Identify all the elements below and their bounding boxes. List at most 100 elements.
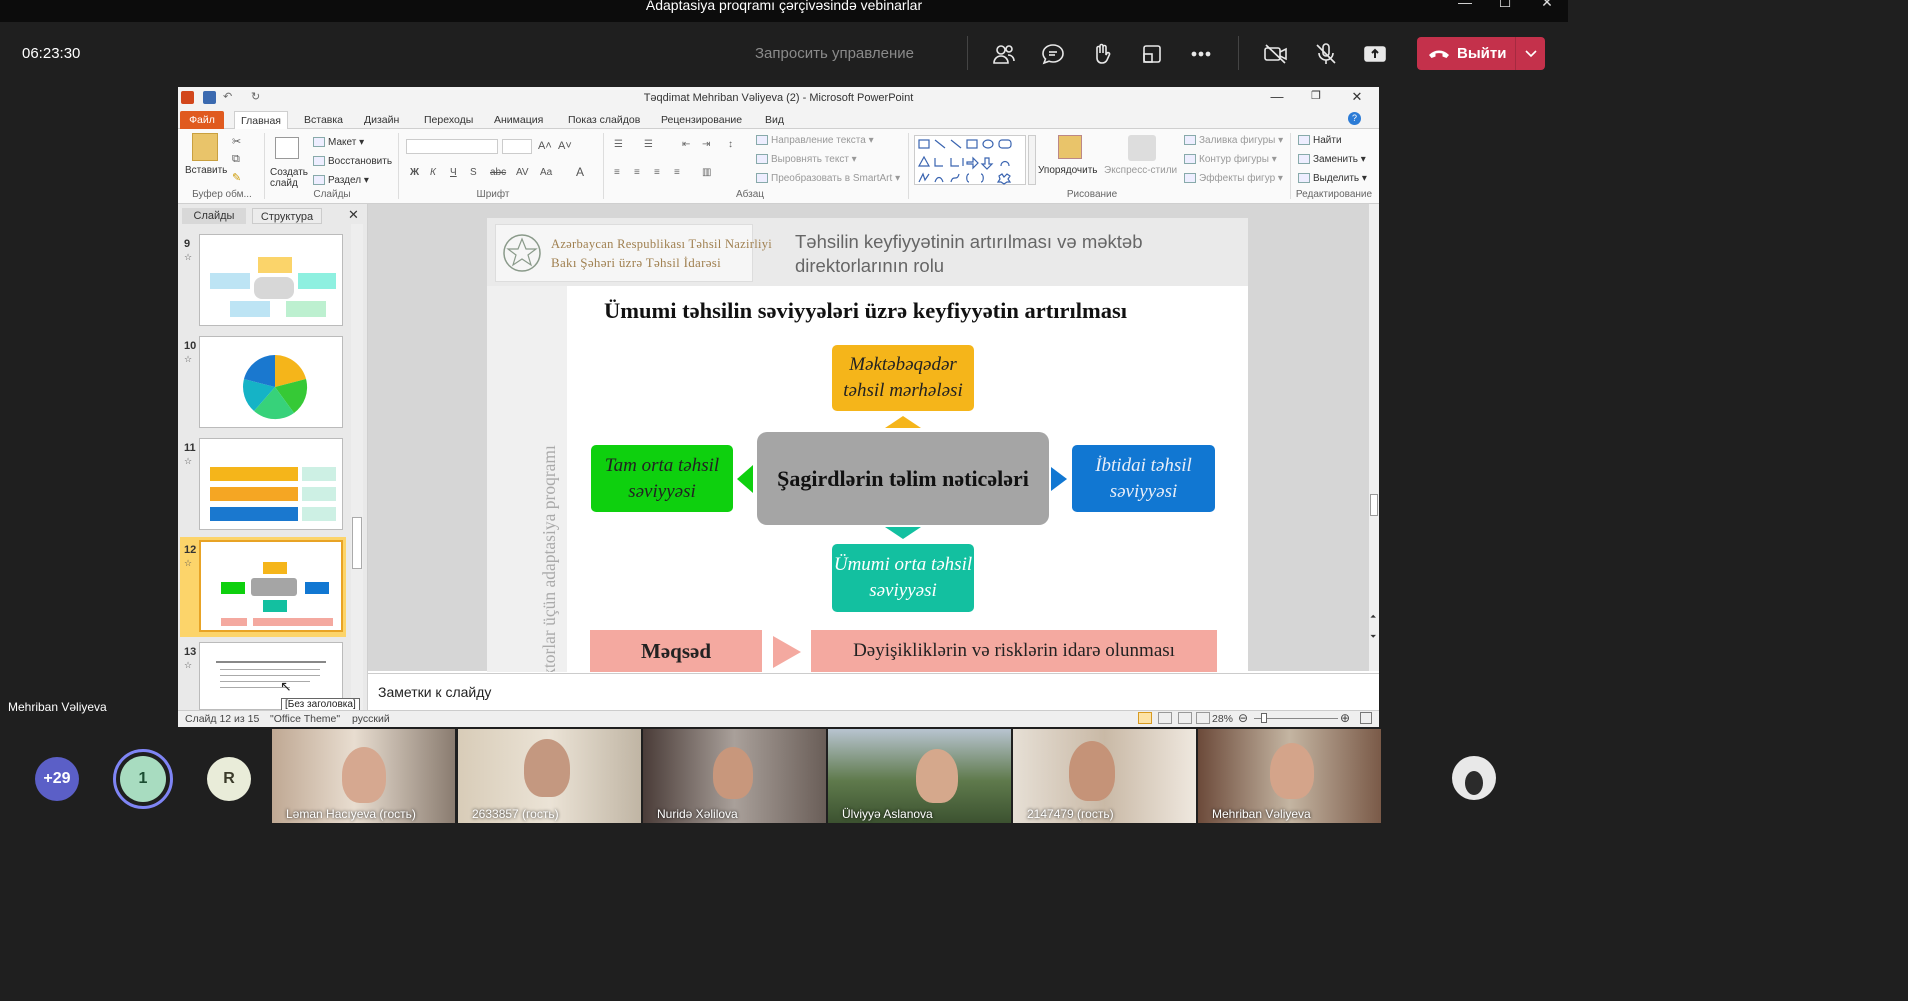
quick-styles-icon[interactable] [1128, 135, 1156, 161]
breakout-rooms-icon[interactable] [1136, 38, 1168, 70]
participant-tile[interactable]: Mehriban Vəliyeva [1198, 729, 1381, 823]
share-screen-icon[interactable] [1359, 38, 1391, 70]
close-icon[interactable]: ✕ [1532, 0, 1562, 11]
fit-window-icon[interactable] [1360, 712, 1372, 724]
zoom-slider-thumb[interactable] [1261, 713, 1267, 723]
undo-icon[interactable]: ↶ [223, 91, 236, 104]
slide-thumbnail[interactable] [199, 438, 343, 530]
panel-close-icon[interactable]: ✕ [348, 207, 359, 223]
shape-outline-button[interactable]: Контур фигуры ▾ [1184, 154, 1277, 165]
participant-tile[interactable]: Ülviyyə Aslanova [828, 729, 1011, 823]
status-language[interactable]: русский [352, 713, 390, 725]
shapes-scroll[interactable] [1028, 135, 1036, 185]
arrange-icon[interactable] [1058, 135, 1082, 159]
tab-insert[interactable]: Вставка [298, 111, 349, 129]
tab-view[interactable]: Вид [759, 111, 790, 129]
panel-scroll-thumb[interactable] [352, 517, 362, 569]
save-icon[interactable] [203, 91, 216, 104]
smartart-button[interactable]: Преобразовать в SmartArt ▾ [756, 173, 900, 184]
slide-editor[interactable]: Azərbaycan Respublikası Təhsil Nazirliyi… [368, 204, 1369, 672]
tab-file[interactable]: Файл [180, 111, 224, 129]
avatar-r[interactable]: R [207, 757, 251, 801]
ppt-minimize-icon[interactable]: — [1267, 89, 1287, 104]
shapes-gallery[interactable] [914, 135, 1026, 185]
leave-button[interactable]: Выйти [1417, 37, 1545, 70]
more-actions-icon[interactable] [1185, 38, 1217, 70]
line-spacing-icon[interactable]: ↕ [728, 139, 733, 150]
slide-thumbnail-selected[interactable] [199, 540, 343, 632]
participant-tile[interactable]: Nuridə Xəlilova [643, 729, 826, 823]
change-case-icon[interactable]: Aa [540, 167, 552, 178]
zoom-out-icon[interactable]: ⊖ [1238, 711, 1248, 725]
numbering-icon[interactable]: ☰ [644, 139, 653, 150]
bullets-icon[interactable]: ☰ [614, 139, 623, 150]
paste-icon[interactable] [192, 133, 218, 161]
notes-pane[interactable]: Заметки к слайду [368, 673, 1379, 710]
participant-tile[interactable]: 2147479 (гость) [1013, 729, 1196, 823]
increase-indent-icon[interactable]: ⇥ [702, 139, 710, 150]
spacing-icon[interactable]: AV [516, 167, 529, 178]
tab-review[interactable]: Рецензирование [655, 111, 748, 129]
shadow-icon[interactable]: S [470, 167, 477, 178]
tab-outline-panel[interactable]: Структура [252, 208, 322, 224]
arrange-button[interactable]: Упорядочить [1038, 165, 1098, 176]
select-button[interactable]: Выделить ▾ [1298, 173, 1367, 184]
tab-design[interactable]: Дизайн [358, 111, 405, 129]
slide-vertical-scrollbar[interactable]: ⏶ ⏷ [1369, 204, 1379, 671]
self-avatar[interactable] [1452, 756, 1496, 800]
justify-icon[interactable]: ≡ [674, 167, 680, 178]
bold-icon[interactable]: Ж [410, 167, 419, 178]
camera-off-icon[interactable] [1260, 38, 1292, 70]
italic-icon[interactable]: К [430, 167, 436, 178]
leave-options-chevron-down-icon[interactable] [1515, 37, 1545, 70]
zoom-in-icon[interactable]: ⊕ [1340, 711, 1350, 725]
maximize-icon[interactable]: ☐ [1490, 0, 1520, 11]
quick-styles-button[interactable]: Экспресс-стили [1104, 165, 1177, 176]
notes-placeholder[interactable]: Заметки к слайду [378, 684, 491, 700]
tab-animation[interactable]: Анимация [488, 111, 549, 129]
slide-scroll-thumb[interactable] [1370, 494, 1378, 516]
font-grow-icon[interactable]: A˄ [538, 140, 552, 152]
sorter-view-icon[interactable] [1158, 712, 1172, 724]
new-slide-button[interactable]: Создать слайд [270, 167, 310, 189]
normal-view-icon[interactable] [1138, 712, 1152, 724]
tab-transitions[interactable]: Переходы [418, 111, 479, 129]
font-name-select[interactable] [406, 139, 498, 154]
shape-effects-button[interactable]: Эффекты фигур ▾ [1184, 173, 1283, 184]
paste-button[interactable]: Вставить [185, 165, 227, 176]
slide-thumbnail[interactable] [199, 234, 343, 326]
raise-hand-icon[interactable] [1086, 38, 1118, 70]
more-participants-badge[interactable]: +29 [35, 757, 79, 801]
new-slide-icon[interactable] [275, 137, 299, 159]
mic-off-icon[interactable] [1310, 38, 1342, 70]
font-size-select[interactable] [502, 139, 532, 154]
align-text-button[interactable]: Выровнять текст ▾ [756, 154, 857, 165]
text-direction-button[interactable]: Направление текста ▾ [756, 135, 874, 146]
tab-slides-panel[interactable]: Слайды [182, 208, 246, 224]
shape-fill-button[interactable]: Заливка фигуры ▾ [1184, 135, 1283, 146]
participants-icon[interactable] [988, 38, 1020, 70]
decrease-indent-icon[interactable]: ⇤ [682, 139, 690, 150]
participant-tile[interactable]: Ləman Hacıyeva (гость) [272, 729, 455, 823]
participant-tile[interactable]: 2633857 (гость) [458, 729, 641, 823]
current-slide[interactable]: Azərbaycan Respublikası Təhsil Nazirliyi… [487, 218, 1248, 672]
help-icon[interactable]: ? [1348, 112, 1361, 125]
slideshow-view-icon[interactable] [1196, 712, 1210, 724]
strikethrough-icon[interactable]: abc [490, 167, 506, 178]
tab-home[interactable]: Главная [234, 111, 288, 129]
layout-button[interactable]: Макет ▾ [313, 137, 364, 148]
reading-view-icon[interactable] [1178, 712, 1192, 724]
font-shrink-icon[interactable]: A˅ [558, 140, 572, 152]
status-zoom[interactable]: 28% [1212, 713, 1233, 725]
align-center-icon[interactable]: ≡ [634, 167, 640, 178]
cut-icon[interactable]: ✂ [232, 135, 241, 148]
next-slide-icon[interactable]: ⏷ [1370, 632, 1376, 642]
replace-button[interactable]: Заменить ▾ [1298, 154, 1366, 165]
slide-thumbnail[interactable] [199, 336, 343, 428]
avatar-1[interactable]: 1 [120, 756, 166, 802]
chat-icon[interactable] [1037, 38, 1069, 70]
copy-icon[interactable]: ⧉ [232, 153, 240, 166]
find-button[interactable]: Найти [1298, 135, 1342, 146]
request-control-button[interactable]: Запросить управление [755, 45, 914, 62]
reset-button[interactable]: Восстановить [313, 156, 392, 167]
